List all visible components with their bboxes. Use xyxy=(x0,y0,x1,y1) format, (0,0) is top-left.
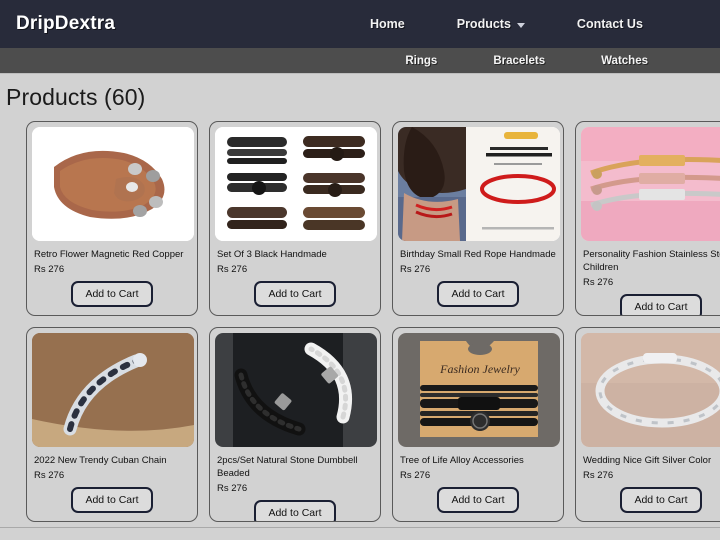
main-nav: Home Products Contact Us xyxy=(370,0,643,48)
product-card[interactable]: Wedding Nice Gift Silver Color Rs 276 Ad… xyxy=(575,327,720,522)
product-grid: Retro Flower Magnetic Red Copper Rs 276 … xyxy=(0,121,720,522)
add-to-cart-button[interactable]: Add to Cart xyxy=(71,487,153,513)
product-price: Rs 276 xyxy=(34,264,65,275)
product-name: Retro Flower Magnetic Red Copper xyxy=(34,249,184,260)
add-to-cart-button[interactable]: Add to Cart xyxy=(437,281,519,307)
product-name: 2022 New Trendy Cuban Chain xyxy=(34,455,167,466)
product-name: Tree of Life Alloy Accessories xyxy=(400,455,524,466)
product-card[interactable]: 2pcs/Set Natural Stone Dumbbell Beaded R… xyxy=(209,327,381,522)
product-price: Rs 276 xyxy=(400,470,431,481)
product-card[interactable]: Personality Fashion Stainless Steel Chil… xyxy=(575,121,720,316)
product-name: Wedding Nice Gift Silver Color xyxy=(583,455,712,466)
product-price: Rs 276 xyxy=(400,264,431,275)
product-card[interactable]: Set Of 3 Black Handmade Rs 276 Add to Ca… xyxy=(209,121,381,316)
product-image-pink-id-bracelets xyxy=(581,127,720,241)
nav-item-products[interactable]: Products xyxy=(457,17,525,31)
product-name: Set Of 3 Black Handmade xyxy=(217,249,327,260)
product-image-cuban-chain-on-wrist xyxy=(32,333,194,447)
product-image-copper-magnetic-bangle xyxy=(32,127,194,241)
product-image-tree-of-life-card: Fashion Jewelry xyxy=(398,333,560,447)
submenu-item-bracelets[interactable]: Bracelets xyxy=(493,55,545,67)
nav-item-contact-us[interactable]: Contact Us xyxy=(577,17,643,31)
product-card[interactable]: 2022 New Trendy Cuban Chain Rs 276 Add t… xyxy=(26,327,198,522)
add-to-cart-button[interactable]: Add to Cart xyxy=(71,281,153,307)
nav-item-products-label: Products xyxy=(456,17,511,31)
product-price: Rs 276 xyxy=(217,264,248,275)
product-name: Personality Fashion Stainless Steel Chil… xyxy=(583,249,720,273)
product-image-red-rope-bracelet xyxy=(398,127,560,241)
add-to-cart-button[interactable]: Add to Cart xyxy=(437,487,519,513)
add-to-cart-button[interactable]: Add to Cart xyxy=(620,487,702,513)
product-price: Rs 276 xyxy=(583,470,614,481)
product-image-black-leather-bracelet-set xyxy=(215,127,377,241)
page-title: Products (60) xyxy=(6,84,146,110)
chevron-down-icon xyxy=(516,22,525,28)
product-name: 2pcs/Set Natural Stone Dumbbell Beaded xyxy=(217,455,358,479)
product-image-black-white-beaded-pair xyxy=(215,333,377,447)
product-image-silver-figaro-chain xyxy=(581,333,720,447)
submenu-item-watches[interactable]: Watches xyxy=(601,55,648,67)
product-price: Rs 276 xyxy=(583,277,614,288)
product-price: Rs 276 xyxy=(34,470,65,481)
add-to-cart-button[interactable]: Add to Cart xyxy=(254,500,336,521)
submenu-item-rings[interactable]: Rings xyxy=(405,55,437,67)
svg-text:Fashion Jewelry: Fashion Jewelry xyxy=(439,362,520,376)
nav-item-contact-us-label: Contact Us xyxy=(576,17,643,31)
bottom-divider xyxy=(0,527,720,528)
product-price: Rs 276 xyxy=(217,483,248,494)
add-to-cart-button[interactable]: Add to Cart xyxy=(620,294,702,315)
product-card[interactable]: Birthday Small Red Rope Handmade Rs 276 … xyxy=(392,121,564,316)
category-submenu: Rings Bracelets Watches xyxy=(0,48,720,74)
product-name: Birthday Small Red Rope Handmade xyxy=(400,249,556,260)
top-navbar: DripDextra Home Products Contact Us xyxy=(0,0,720,48)
nav-item-home-label: Home xyxy=(370,17,405,31)
product-card[interactable]: Fashion Jewelry Tree of Life Alloy Acces… xyxy=(392,327,564,522)
nav-item-home[interactable]: Home xyxy=(370,17,405,31)
add-to-cart-button[interactable]: Add to Cart xyxy=(254,281,336,307)
product-card[interactable]: Retro Flower Magnetic Red Copper Rs 276 … xyxy=(26,121,198,316)
brand-logo[interactable]: DripDextra xyxy=(16,13,115,35)
